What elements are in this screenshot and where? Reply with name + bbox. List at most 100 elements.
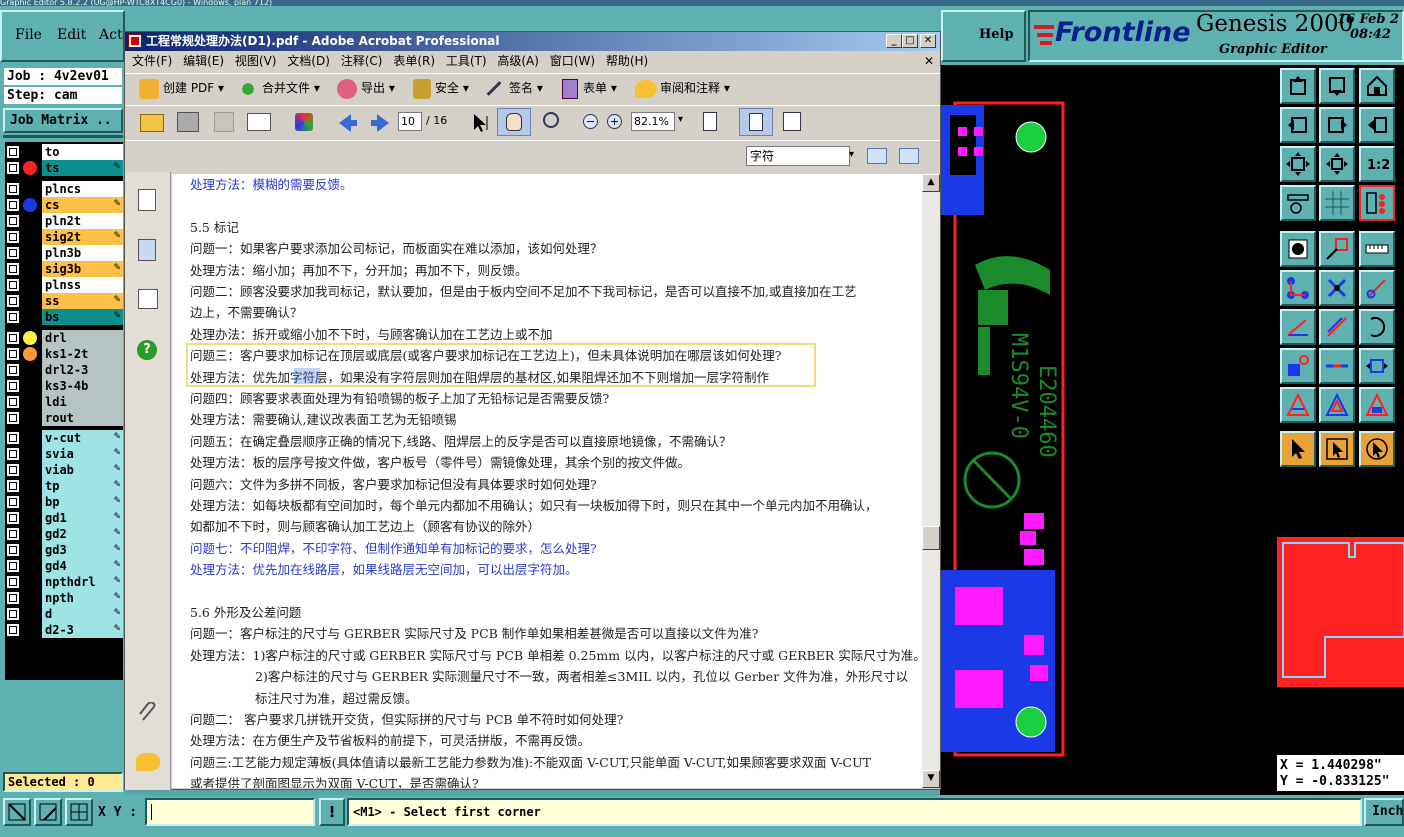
fit-width-icon[interactable]: [739, 108, 773, 136]
layer-row[interactable]: d ✎: [5, 606, 123, 622]
zoom-area-button[interactable]: [3, 798, 31, 826]
menu-view-cn[interactable]: 视图(V): [235, 51, 277, 71]
zoom-ratio-icon[interactable]: 1:2: [1359, 146, 1395, 182]
draw-line-pad-icon[interactable]: [1359, 270, 1395, 306]
next-page-icon[interactable]: [369, 112, 391, 134]
layer-row[interactable]: npthdrl ✎: [5, 574, 123, 590]
layer-row[interactable]: gd1 ✎: [5, 510, 123, 526]
layer-row[interactable]: ks3-4b: [5, 378, 123, 394]
color-icon[interactable]: [295, 113, 313, 131]
layer-name[interactable]: ldi: [42, 394, 123, 410]
layer-color-swatch[interactable]: [23, 559, 37, 573]
layer-checkbox[interactable]: [7, 544, 19, 556]
layer-checkbox[interactable]: [7, 496, 19, 508]
layer-name[interactable]: sig3b: [42, 261, 123, 277]
review-button[interactable]: 审阅和注释 ▾: [635, 74, 730, 102]
move-up-button[interactable]: [1280, 68, 1316, 104]
layer-row[interactable]: drl: [5, 330, 123, 346]
layer-checkbox[interactable]: [7, 412, 19, 424]
layer-color-swatch[interactable]: [23, 347, 37, 361]
pages-panel-icon[interactable]: [138, 189, 156, 211]
menu-edit-cn[interactable]: 编辑(E): [183, 51, 224, 71]
layer-row[interactable]: gd3 ✎: [5, 542, 123, 558]
layer-name[interactable]: drl2-3: [42, 362, 123, 378]
layer-color-swatch[interactable]: [23, 198, 37, 212]
layer-color-swatch[interactable]: [23, 623, 37, 637]
layer-row[interactable]: v-cut ✎: [5, 430, 123, 446]
layer-name[interactable]: v-cut: [42, 430, 123, 446]
surface-icon[interactable]: [1359, 387, 1395, 423]
layer-checkbox[interactable]: [7, 464, 19, 476]
print-icon[interactable]: [177, 112, 199, 132]
grid-icon[interactable]: [1319, 185, 1355, 221]
layer-row[interactable]: ks1-2t: [5, 346, 123, 362]
layer-row[interactable]: to: [5, 144, 123, 160]
zoom-window-button[interactable]: [34, 798, 62, 826]
layer-color-swatch[interactable]: [23, 310, 37, 324]
layer-checkbox[interactable]: [7, 380, 19, 392]
layer-checkbox[interactable]: [7, 183, 19, 195]
layer-color-swatch[interactable]: [23, 395, 37, 409]
create-pdf-button[interactable]: 创建 PDF ▾: [139, 74, 224, 102]
full-screen-icon[interactable]: [783, 112, 801, 131]
layer-row[interactable]: plncs: [5, 181, 123, 197]
draw-pad-icon[interactable]: [1319, 231, 1355, 267]
grid-snap-button[interactable]: [65, 798, 93, 826]
layer-checkbox[interactable]: [7, 146, 19, 158]
open-folder-icon[interactable]: [140, 114, 164, 132]
units-button[interactable]: Inch: [1364, 798, 1404, 826]
layer-checkbox[interactable]: [7, 592, 19, 604]
layer-color-swatch[interactable]: [23, 495, 37, 509]
zoom-out-icon[interactable]: −: [583, 114, 598, 129]
close-doc-icon[interactable]: ✕: [924, 51, 934, 71]
layer-view-icon[interactable]: [1359, 185, 1395, 221]
select-pad-icon[interactable]: [1280, 231, 1316, 267]
layer-name[interactable]: d: [42, 606, 123, 622]
layer-color-swatch[interactable]: [23, 363, 37, 377]
layer-color-swatch[interactable]: [23, 591, 37, 605]
layer-name[interactable]: rout: [42, 410, 123, 426]
polygon-icon[interactable]: [1319, 387, 1355, 423]
layer-checkbox[interactable]: [7, 576, 19, 588]
layer-checkbox[interactable]: [7, 348, 19, 360]
layer-name[interactable]: gd1: [42, 510, 123, 526]
layer-color-swatch[interactable]: [23, 511, 37, 525]
find-next-icon[interactable]: [899, 148, 919, 164]
mini-map[interactable]: [1277, 537, 1404, 687]
arc-icon[interactable]: [1359, 309, 1395, 345]
scroll-thumb[interactable]: [922, 526, 940, 550]
zoom-fit-icon[interactable]: [1280, 146, 1316, 182]
layer-row[interactable]: tp ✎: [5, 478, 123, 494]
layer-color-swatch[interactable]: [23, 262, 37, 276]
pointer-icon[interactable]: [1280, 431, 1316, 467]
menu-comments-cn[interactable]: 注释(C): [341, 51, 383, 71]
menu-help-cn[interactable]: 帮助(H): [606, 51, 648, 71]
menu-file[interactable]: File: [15, 27, 42, 43]
layer-row[interactable]: drl2-3: [5, 362, 123, 378]
layer-color-swatch[interactable]: [23, 575, 37, 589]
menu-window-cn[interactable]: 窗口(W): [550, 51, 595, 71]
help-panel-icon[interactable]: ?: [137, 340, 157, 360]
merge-files-button[interactable]: 合并文件 ▾: [238, 74, 320, 102]
layer-checkbox[interactable]: [7, 231, 19, 243]
job-matrix-button[interactable]: Job Matrix ..: [3, 108, 123, 133]
layer-color-swatch[interactable]: [23, 294, 37, 308]
layer-row[interactable]: bs ✎: [5, 309, 123, 325]
layer-checkbox[interactable]: [7, 311, 19, 323]
angle-line-icon[interactable]: [1280, 309, 1316, 345]
ruler-icon[interactable]: [1359, 231, 1395, 267]
layer-name[interactable]: viab: [42, 462, 123, 478]
layer-row[interactable]: ss ✎: [5, 293, 123, 309]
layer-color-swatch[interactable]: [23, 543, 37, 557]
layer-checkbox[interactable]: [7, 364, 19, 376]
layer-checkbox[interactable]: [7, 480, 19, 492]
menu-tools-cn[interactable]: 工具(T): [446, 51, 487, 71]
layer-name[interactable]: sig2t: [42, 229, 123, 245]
layer-color-swatch[interactable]: [23, 431, 37, 445]
layer-color-swatch[interactable]: [23, 230, 37, 244]
scroll-up-button[interactable]: ▲: [922, 174, 940, 192]
layer-name[interactable]: gd4: [42, 558, 123, 574]
menu-actions[interactable]: Act: [99, 27, 123, 43]
layer-name[interactable]: npth: [42, 590, 123, 606]
layer-row[interactable]: gd4 ✎: [5, 558, 123, 574]
